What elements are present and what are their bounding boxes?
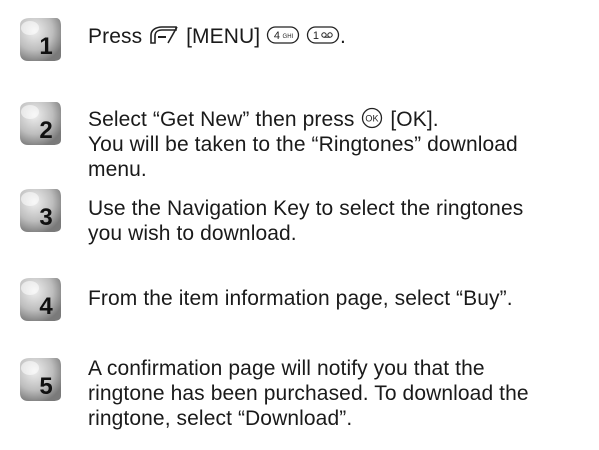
key-4-ghi-icon: 4 GHI	[266, 24, 300, 46]
step-3-line-1: Use the Navigation Key to select the rin…	[88, 197, 524, 220]
menu-key-label: [MENU]	[186, 25, 261, 48]
left-soft-key-icon	[148, 24, 180, 46]
step-2-line-1: Select “Get New” then press	[88, 108, 355, 131]
svg-text:2: 2	[39, 117, 52, 144]
step-5-line-3: ringtone, select “Download”.	[88, 407, 353, 430]
step-2-text: Select “Get New” then press OK [OK]. You…	[88, 107, 593, 182]
step-badge-icon: 5	[20, 358, 61, 401]
svg-text:4: 4	[39, 293, 53, 320]
svg-text:3: 3	[39, 204, 52, 231]
step-number-badge-3: 3	[16, 187, 62, 233]
step-number-badge-4: 4	[16, 276, 62, 322]
step-number-badge-2: 2	[16, 100, 62, 146]
svg-text:5: 5	[39, 373, 52, 400]
step-5-text: A confirmation page will notify you that…	[88, 356, 593, 431]
step-badge-icon: 4	[20, 278, 61, 321]
step-badge-icon: 3	[20, 189, 61, 232]
step-1-press-text: Press	[88, 25, 143, 48]
step-1-period: .	[340, 25, 346, 48]
svg-text:1: 1	[39, 33, 52, 60]
ok-key-icon: OK	[360, 107, 384, 129]
step-badge-icon: 1	[20, 18, 61, 61]
svg-text:OK: OK	[366, 114, 379, 124]
step-3-line-2: you wish to download.	[88, 222, 297, 245]
svg-text:GHI: GHI	[283, 34, 294, 40]
step-1-text: Press [MENU] 4 GHI 1 .	[88, 24, 593, 49]
svg-text:1: 1	[313, 30, 319, 42]
step-3-text: Use the Navigation Key to select the rin…	[88, 196, 593, 246]
step-number-badge-1: 1	[16, 16, 62, 62]
svg-text:4: 4	[274, 30, 280, 42]
key-1-voicemail-icon: 1	[306, 24, 340, 46]
step-5-line-2: ringtone has been purchased. To download…	[88, 382, 529, 405]
step-badge-icon: 2	[20, 102, 61, 145]
step-2-line-3: menu.	[88, 158, 147, 181]
ok-key-label: [OK].	[390, 108, 439, 131]
step-number-badge-5: 5	[16, 356, 62, 402]
step-4-text: From the item information page, select “…	[88, 286, 593, 311]
step-5-line-1: A confirmation page will notify you that…	[88, 357, 485, 380]
step-4-line-1: From the item information page, select “…	[88, 287, 513, 310]
step-2-line-2: You will be taken to the “Ringtones” dow…	[88, 133, 518, 156]
